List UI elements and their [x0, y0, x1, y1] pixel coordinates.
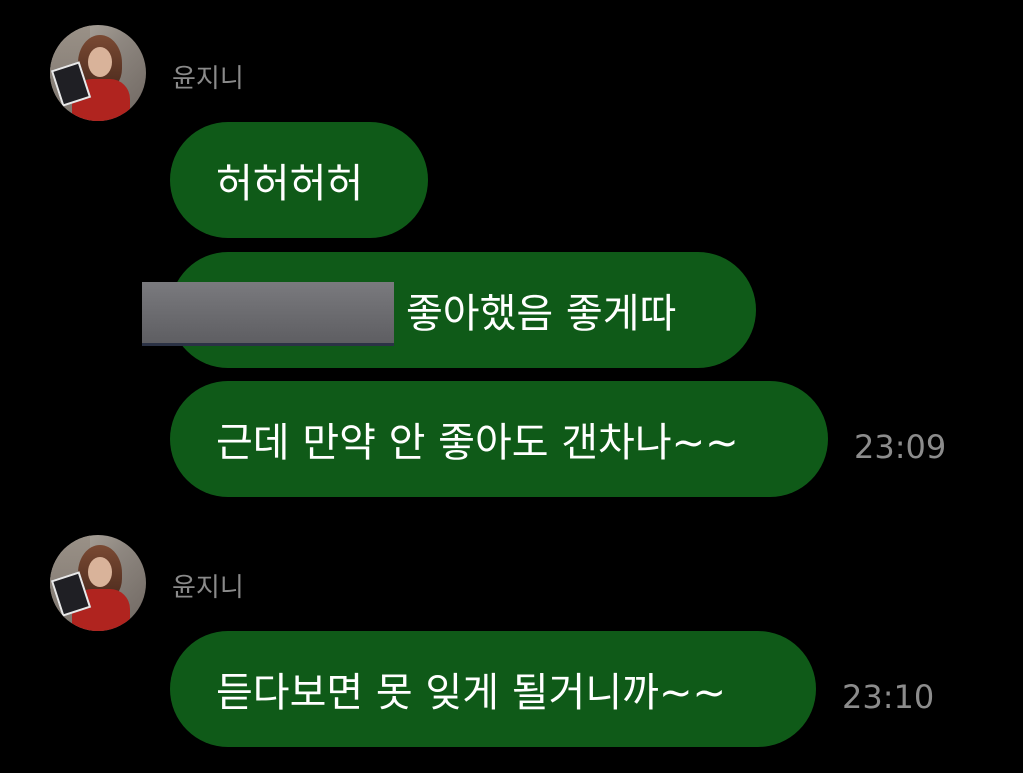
message-timestamp: 23:10 [842, 678, 935, 716]
message-timestamp: 23:09 [854, 428, 947, 466]
avatar[interactable] [50, 535, 146, 631]
message-text: 근데 만약 안 좋아도 갠차나~~ [216, 420, 739, 466]
avatar-face [88, 47, 112, 77]
redacted-block [142, 282, 394, 346]
avatar-face [88, 557, 112, 587]
message-text: 듣다보면 못 잊게 될거니까~~ [216, 670, 726, 716]
message-bubble[interactable]: 허허허허 [170, 122, 428, 238]
sender-name: 윤지니 [172, 573, 244, 603]
message-text: 허허허허 [216, 161, 364, 207]
avatar[interactable] [50, 25, 146, 121]
message-text: 좋아했음 좋게따 [406, 291, 677, 337]
message-bubble[interactable]: 듣다보면 못 잊게 될거니까~~ [170, 631, 816, 747]
message-bubble[interactable]: 근데 만약 안 좋아도 갠차나~~ [170, 381, 828, 497]
sender-name: 윤지니 [172, 64, 244, 94]
